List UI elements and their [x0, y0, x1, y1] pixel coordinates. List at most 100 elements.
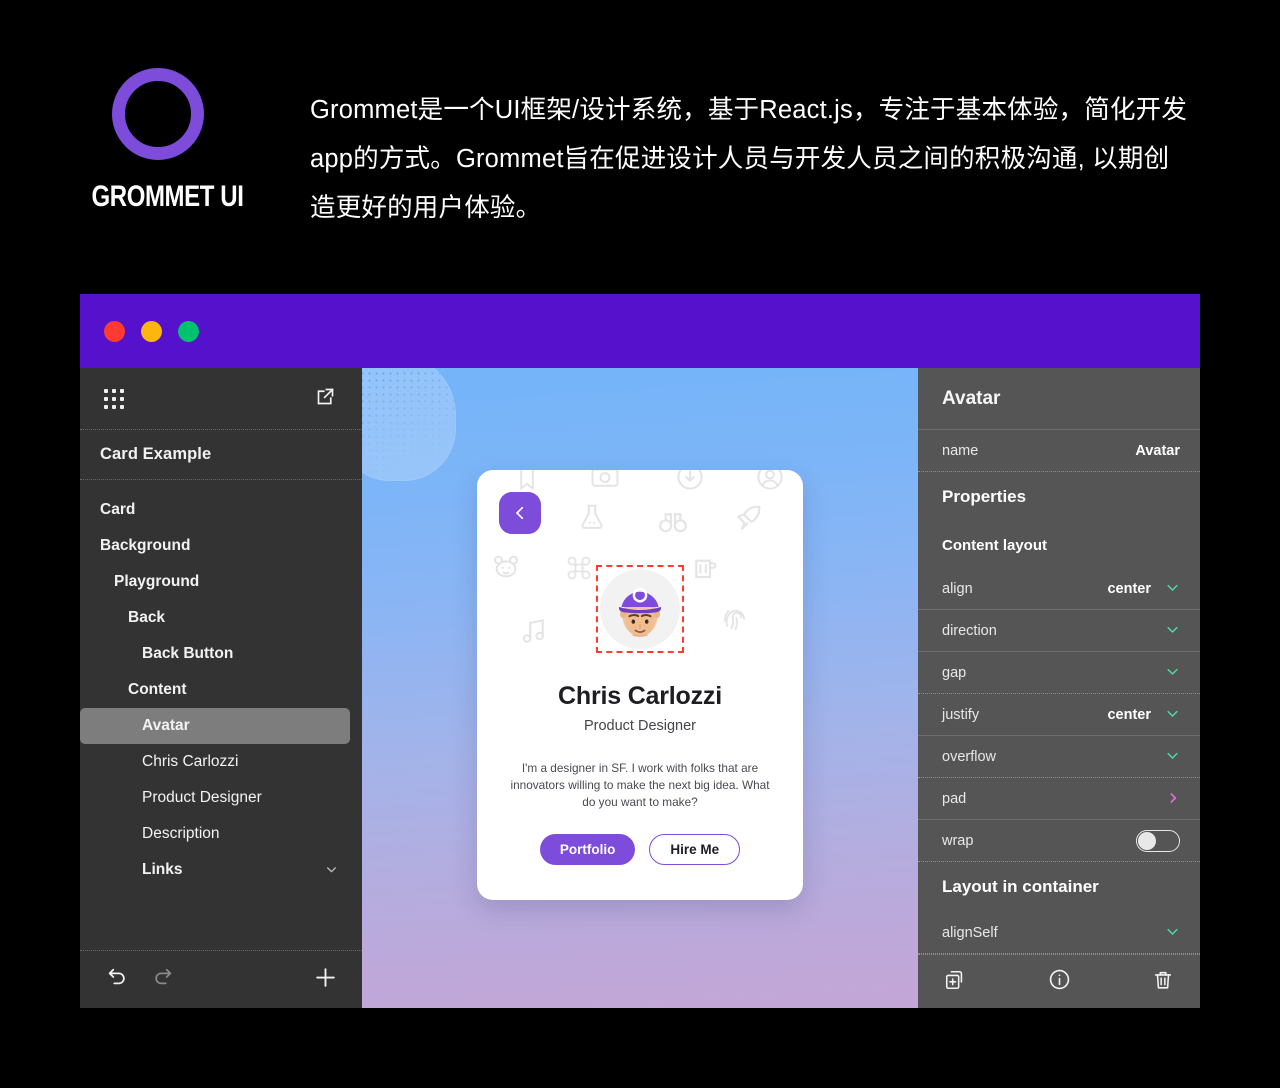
flask-icon — [577, 502, 607, 537]
property-key: direction — [942, 622, 997, 639]
chevron-down-icon[interactable] — [325, 863, 338, 878]
card-actions: Portfolio Hire Me — [477, 834, 803, 865]
property-key: wrap — [942, 832, 974, 849]
minimize-button[interactable] — [141, 320, 162, 342]
property-key: name — [942, 442, 979, 459]
tree-item-chris-carlozzi[interactable]: Chris Carlozzi — [80, 744, 350, 780]
chevron-down-icon[interactable] — [1165, 580, 1180, 597]
rocket-icon — [732, 502, 764, 539]
property-rows: align center direction gap justify center over… — [918, 568, 1200, 862]
redo-icon[interactable] — [152, 966, 174, 993]
avatar-illustration — [618, 587, 662, 637]
tree-item-product-designer[interactable]: Product Designer — [80, 780, 350, 816]
property-row-gap[interactable]: gap — [918, 652, 1200, 694]
sidebar-footer-toolbar — [80, 950, 362, 1008]
tree-item-label: Card — [100, 501, 136, 518]
sidebar-toolbar — [80, 368, 362, 430]
left-sidebar: Card Example Card Background Playground Bac… — [80, 368, 362, 1008]
property-value: center — [1107, 706, 1151, 723]
close-button[interactable] — [104, 320, 125, 342]
hire-me-button[interactable]: Hire Me — [649, 834, 741, 865]
property-value: center — [1107, 580, 1151, 597]
tree-item-back[interactable]: Back — [80, 600, 350, 636]
tree-item-label: Avatar — [142, 717, 190, 734]
tree-item-card[interactable]: Card — [80, 492, 350, 528]
chevron-down-icon[interactable] — [1165, 924, 1180, 941]
design-canvas[interactable]: Chris Carlozzi Product Designer I'm a de… — [362, 368, 918, 1008]
chevron-left-icon — [516, 506, 524, 520]
external-link-icon[interactable] — [315, 386, 336, 412]
profile-card[interactable]: Chris Carlozzi Product Designer I'm a de… — [477, 470, 803, 900]
header-description-text: Grommet是一个UI框架/设计系统，基于React.js，专注于基本体验，简… — [310, 96, 1188, 222]
avatar-selection-box[interactable] — [596, 565, 684, 653]
chevron-down-icon[interactable] — [1165, 664, 1180, 681]
property-row-justify[interactable]: justify center — [918, 694, 1200, 736]
grommet-logo-block: GROMMET UI — [75, 68, 244, 214]
property-row-alignself[interactable]: alignSelf — [918, 912, 1200, 954]
property-row-pad[interactable]: pad — [918, 778, 1200, 820]
grommet-ring-icon — [111, 68, 204, 160]
tree-item-background[interactable]: Background — [80, 528, 350, 564]
workspace: Card Example Card Background Playground Bac… — [80, 368, 1200, 1008]
layer-tree: Card Background Playground Back Back Button C… — [80, 480, 362, 950]
app-window: Card Example Card Background Playground Bac… — [80, 294, 1200, 1008]
tree-item-label: Links — [142, 861, 183, 878]
bear-icon — [491, 552, 521, 587]
download-circle-icon — [675, 470, 705, 497]
properties-panel: Avatar name Avatar Properties Content la… — [918, 368, 1200, 1008]
tree-item-label: Content — [128, 681, 187, 698]
property-row-align[interactable]: align center — [918, 568, 1200, 610]
tree-item-description[interactable]: Description — [80, 816, 350, 852]
tree-item-links[interactable]: Links — [80, 852, 350, 888]
undo-icon[interactable] — [106, 966, 128, 993]
chevron-down-icon[interactable] — [1165, 706, 1180, 723]
tree-item-label: Back — [128, 609, 166, 626]
property-key: justify — [942, 706, 980, 723]
content-layout-heading: Content layout — [942, 536, 1047, 554]
wrap-toggle[interactable] — [1136, 829, 1180, 852]
page-title: Card Example — [100, 445, 212, 463]
tree-item-back-button[interactable]: Back Button — [80, 636, 350, 672]
beer-mug-icon — [690, 552, 720, 587]
add-icon[interactable] — [313, 965, 338, 995]
property-key: alignSelf — [942, 924, 998, 941]
chevron-right-icon[interactable] — [1166, 791, 1180, 807]
card-description: I'm a designer in SF. I work with folks … — [510, 761, 770, 809]
tree-item-label: Description — [142, 825, 220, 842]
maximize-button[interactable] — [178, 320, 199, 342]
property-row-direction[interactable]: direction — [918, 610, 1200, 652]
tree-item-label: Chris Carlozzi — [142, 753, 239, 770]
property-row-overflow[interactable]: overflow — [918, 736, 1200, 778]
avatar — [600, 569, 680, 649]
music-note-icon — [519, 616, 549, 651]
tree-item-label: Background — [100, 537, 191, 554]
back-button[interactable] — [499, 492, 541, 534]
properties-footer-toolbar — [918, 955, 1200, 1008]
tree-item-label: Playground — [114, 573, 200, 590]
property-row-name[interactable]: name Avatar — [918, 430, 1200, 472]
tree-item-avatar[interactable]: Avatar — [80, 708, 350, 744]
properties-title: Avatar — [942, 387, 1001, 409]
tree-item-label: Back Button — [142, 645, 234, 662]
tree-item-playground[interactable]: Playground — [80, 564, 350, 600]
fingerprint-icon — [720, 603, 750, 638]
layout-rows: alignSelf — [918, 912, 1200, 954]
portfolio-button[interactable]: Portfolio — [539, 834, 636, 865]
tree-item-content[interactable]: Content — [80, 672, 350, 708]
user-circle-icon — [755, 470, 785, 497]
page-header: GROMMET UI Grommet是一个UI框架/设计系统，基于React.j… — [0, 0, 1280, 292]
trash-icon[interactable] — [1152, 969, 1174, 996]
property-row-wrap[interactable]: wrap — [918, 820, 1200, 862]
info-icon[interactable] — [1048, 968, 1071, 996]
chevron-down-icon[interactable] — [1165, 622, 1180, 639]
card-name: Chris Carlozzi — [558, 682, 722, 710]
chevron-down-icon[interactable] — [1165, 748, 1180, 765]
decorative-blob-dots — [362, 368, 456, 481]
card-role: Product Designer — [583, 718, 697, 734]
apps-grid-icon[interactable] — [104, 388, 124, 409]
command-icon — [565, 554, 593, 587]
logo-wordmark: GROMMET UI — [91, 180, 244, 213]
window-titlebar — [80, 294, 1200, 368]
duplicate-icon[interactable] — [944, 969, 966, 996]
binoculars-icon — [657, 506, 689, 543]
